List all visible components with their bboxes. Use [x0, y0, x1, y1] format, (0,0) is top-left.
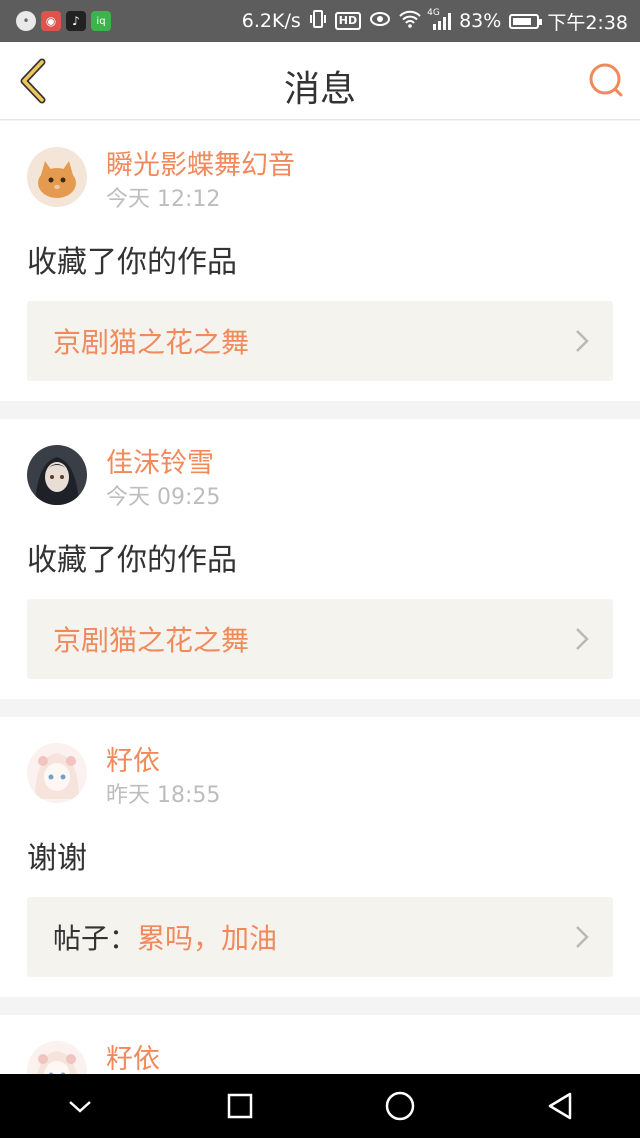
wifi-icon — [399, 10, 421, 33]
status-bar: • ◉ ♪ iq 6.2K/s HD 4G 83% 下午2:38 — [0, 0, 640, 42]
eye-icon — [369, 10, 391, 32]
hd-badge: HD — [334, 12, 362, 30]
notification-item[interactable]: 籽依 昨天 18:55 谢谢 帖子： 累吗，加油 — [0, 717, 640, 997]
battery-percent: 83% — [459, 10, 502, 32]
referenced-work-link[interactable]: 京剧猫之花之舞 — [27, 599, 613, 679]
avatar[interactable] — [27, 445, 87, 505]
girl-avatar-image — [27, 743, 87, 803]
screen: • ◉ ♪ iq 6.2K/s HD 4G 83% 下午2:38 消息 瞬光影蝶… — [0, 0, 640, 1138]
username[interactable]: 瞬光影蝶舞幻音 — [106, 149, 295, 183]
app-red-icon: ◉ — [41, 11, 61, 31]
vibrate-icon — [309, 9, 327, 34]
system-nav-bar — [0, 1074, 640, 1138]
square-icon — [227, 1093, 253, 1119]
iqiyi-icon: iq — [91, 11, 111, 31]
username[interactable]: 籽依 — [106, 1043, 160, 1077]
girl-avatar-image — [27, 445, 87, 505]
notification-item[interactable]: 佳沫铃雪 今天 09:25 收藏了你的作品 京剧猫之花之舞 — [0, 419, 640, 699]
avatar[interactable] — [27, 743, 87, 803]
action-text: 谢谢 — [27, 841, 87, 876]
referenced-post-link[interactable]: 帖子： 累吗，加油 — [27, 897, 613, 977]
network-type: 4G — [427, 8, 440, 18]
search-icon — [589, 63, 623, 97]
network-speed: 6.2K/s — [241, 10, 301, 32]
avatar[interactable] — [27, 147, 87, 207]
back-nav-button[interactable] — [535, 1081, 585, 1131]
tiktok-icon: ♪ — [66, 11, 86, 31]
username[interactable]: 佳沫铃雪 — [106, 447, 220, 481]
recents-button[interactable] — [215, 1081, 265, 1131]
search-button[interactable] — [586, 60, 626, 100]
notification-item[interactable]: 瞬光影蝶舞幻音 今天 12:12 收藏了你的作品 京剧猫之花之舞 — [0, 121, 640, 401]
wechat-icon: • — [16, 11, 36, 31]
circle-icon — [385, 1091, 415, 1121]
referenced-work-link[interactable]: 京剧猫之花之舞 — [27, 301, 613, 381]
home-button[interactable] — [375, 1081, 425, 1131]
status-app-icons: • ◉ ♪ iq — [16, 11, 111, 31]
chevron-right-icon — [576, 926, 589, 948]
work-title: 京剧猫之花之舞 — [53, 624, 250, 657]
post-prefix: 帖子： — [53, 922, 138, 955]
username[interactable]: 籽依 — [106, 745, 220, 779]
app-header: 消息 — [0, 42, 640, 120]
work-title: 京剧猫之花之舞 — [53, 326, 250, 359]
cat-avatar-image — [27, 147, 87, 207]
action-text: 收藏了你的作品 — [27, 245, 237, 280]
timestamp: 今天 12:12 — [106, 187, 221, 212]
status-indicators: 6.2K/s HD 4G 83% 下午2:38 — [242, 8, 628, 35]
timestamp: 昨天 18:55 — [106, 783, 221, 808]
chevron-right-icon — [576, 330, 589, 352]
notification-list: 瞬光影蝶舞幻音 今天 12:12 收藏了你的作品 京剧猫之花之舞 佳沫铃雪 今天… — [0, 121, 640, 1138]
triangle-back-icon — [548, 1092, 572, 1120]
action-text: 收藏了你的作品 — [27, 543, 237, 578]
battery-fill — [513, 17, 532, 25]
chevron-right-icon — [576, 628, 589, 650]
signal-icon: 4G — [427, 8, 452, 30]
timestamp: 今天 09:25 — [106, 485, 221, 510]
clock: 下午2:38 — [547, 11, 628, 34]
battery-icon — [509, 13, 543, 29]
post-title: 累吗，加油 — [137, 922, 278, 955]
chevron-down-icon — [69, 1101, 91, 1113]
page-title: 消息 — [283, 69, 356, 110]
hide-nav-button[interactable] — [55, 1081, 105, 1131]
